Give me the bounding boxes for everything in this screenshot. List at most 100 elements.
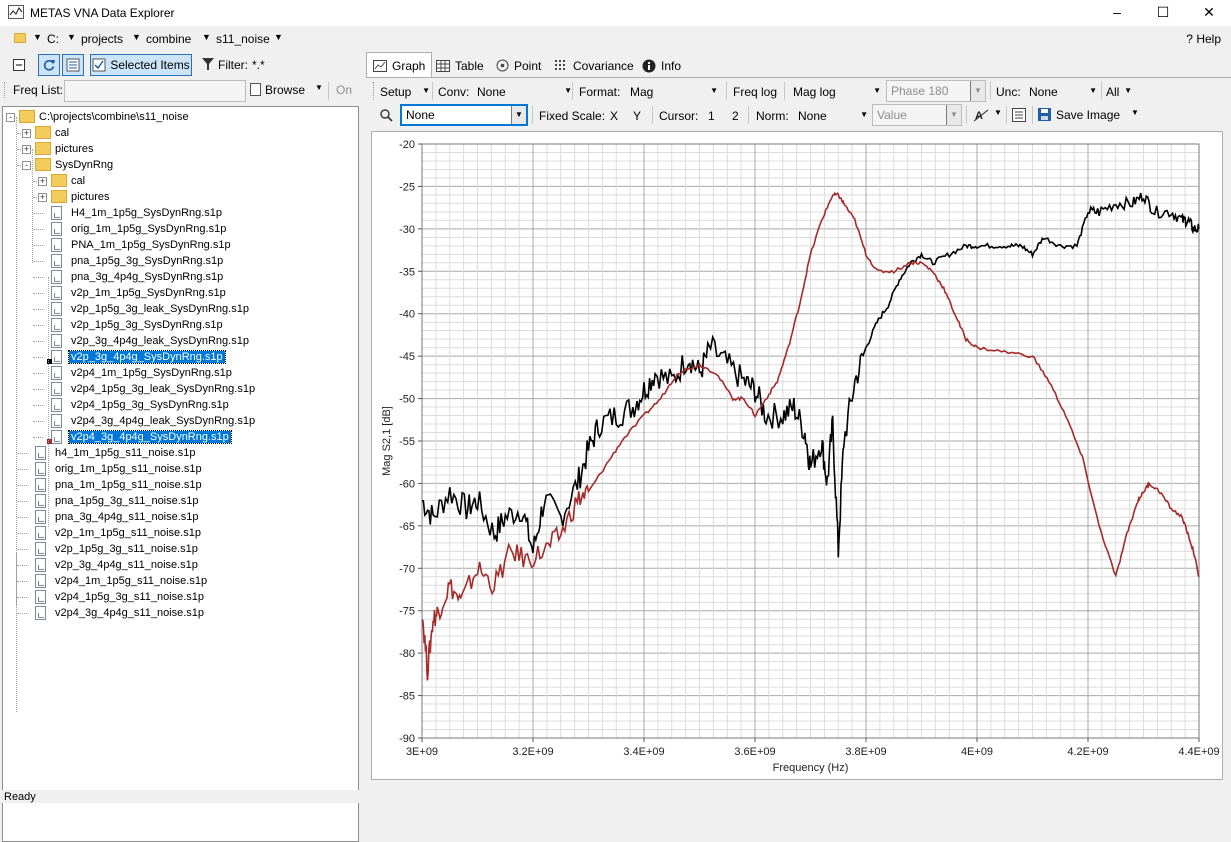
collapse-all-button[interactable]: [8, 54, 30, 76]
tree-file[interactable]: v2p_3g_4p4g_SysDynRng.s1p: [68, 349, 226, 365]
y-tick-label: -50: [399, 394, 415, 406]
breadcrumb-s11-noise[interactable]: s11_noise: [216, 32, 270, 46]
cursor-label: Cursor:: [659, 109, 699, 123]
norm-value-input[interactable]: Value ▼: [872, 104, 962, 126]
tree-file[interactable]: v2p_1p5g_3g_s11_noise.s1p: [53, 541, 200, 557]
search-icon[interactable]: [380, 109, 393, 122]
tab-point[interactable]: Point: [490, 54, 547, 77]
style-button[interactable]: A ▼: [974, 108, 1002, 122]
tree-folder[interactable]: pictures: [69, 189, 112, 205]
tree-file[interactable]: v2p_1p5g_3g_SysDynRng.s1p: [69, 317, 225, 333]
help-menu[interactable]: ? Help: [1186, 32, 1221, 46]
collapse-icon[interactable]: -: [22, 161, 31, 170]
tree-file[interactable]: orig_1m_1p5g_SysDynRng.s1p: [69, 221, 228, 237]
refresh-button[interactable]: [38, 54, 60, 76]
unc-dropdown[interactable]: None ▼: [1029, 85, 1097, 99]
tree-file[interactable]: pna_1m_1p5g_s11_noise.s1p: [53, 477, 204, 493]
tree-item-label: v2p4_1m_1p5g_SysDynRng.s1p: [71, 367, 232, 379]
filter-value[interactable]: *.*: [252, 58, 265, 72]
chevron-down-icon[interactable]: ▼: [33, 32, 42, 42]
breadcrumb-combine[interactable]: combine: [146, 32, 191, 46]
tree-file[interactable]: v2p_1m_1p5g_s11_noise.s1p: [53, 525, 203, 541]
legend-icon[interactable]: [1012, 108, 1026, 122]
expand-icon[interactable]: +: [22, 129, 31, 138]
close-button[interactable]: ✕: [1186, 0, 1231, 26]
freq-list-on-toggle[interactable]: On: [336, 83, 352, 97]
file-tree[interactable]: - C:\projects\combine\s11_noise + cal + pictu…: [2, 106, 359, 842]
chevron-down-icon[interactable]: ▼: [132, 32, 141, 42]
tree-file[interactable]: v2p4_1p5g_3g_SysDynRng.s1p: [69, 397, 231, 413]
collapse-icon[interactable]: -: [6, 113, 15, 122]
tree-file[interactable]: orig_1m_1p5g_s11_noise.s1p: [53, 461, 204, 477]
fixed-scale-x-toggle[interactable]: X: [610, 109, 618, 123]
tree-folder[interactable]: pictures: [53, 141, 96, 157]
freq-list-bar: Freq List: Browse ▼ On: [0, 78, 362, 104]
cursor-1-toggle[interactable]: 1: [708, 109, 715, 123]
tree-folder[interactable]: cal: [53, 125, 71, 141]
mag-log-dropdown[interactable]: Mag log ▼: [793, 85, 881, 99]
folder-icon: [35, 158, 51, 171]
chevron-down-icon[interactable]: ▼: [67, 32, 76, 42]
browse-button[interactable]: Browse ▼: [250, 83, 323, 97]
tree-file[interactable]: v2p4_3g_4p4g_leak_SysDynRng.s1p: [69, 413, 257, 429]
breadcrumb-projects[interactable]: projects: [81, 32, 123, 46]
tree-file[interactable]: v2p_1p5g_3g_leak_SysDynRng.s1p: [69, 301, 251, 317]
phase-dropdown[interactable]: Phase 180 ▼: [886, 80, 986, 102]
freq-list-input[interactable]: [64, 80, 246, 102]
tree-file[interactable]: PNA_1m_1p5g_SysDynRng.s1p: [69, 237, 233, 253]
fixed-scale-y-toggle[interactable]: Y: [633, 109, 641, 123]
y-tick-label: -45: [399, 351, 415, 363]
tab-table[interactable]: Table: [430, 54, 490, 77]
chevron-down-icon: ▼: [970, 81, 985, 101]
setup-dropdown[interactable]: Setup ▼: [380, 85, 430, 99]
s1p-file-icon: [35, 590, 46, 604]
tree-file[interactable]: h4_1m_1p5g_s11_noise.s1p: [53, 445, 197, 461]
s1p-file-icon: [51, 414, 62, 428]
maximize-button[interactable]: ☐: [1140, 0, 1186, 26]
conv-dropdown[interactable]: None ▼: [477, 85, 572, 99]
s1p-file-icon: [51, 430, 62, 444]
tab-info[interactable]: Info: [636, 54, 687, 77]
tree-file[interactable]: H4_1m_1p5g_SysDynRng.s1p: [69, 205, 224, 221]
tree-file[interactable]: v2p4_1m_1p5g_SysDynRng.s1p: [69, 365, 234, 381]
tree-file[interactable]: v2p4_1m_1p5g_s11_noise.s1p: [53, 573, 209, 589]
expand-icon[interactable]: +: [38, 193, 47, 202]
graph-panel[interactable]: -20 -25 -30 -35 -40 -45 -50 -55 -60 -65 -70 -75 -80 -…: [371, 131, 1223, 780]
tree-folder[interactable]: cal: [69, 173, 87, 189]
tree-file[interactable]: v2p_3g_4p4g_leak_SysDynRng.s1p: [69, 333, 251, 349]
tree-file[interactable]: v2p4_3g_4p4g_s11_noise.s1p: [53, 605, 206, 621]
mag-s21-chart[interactable]: -20 -25 -30 -35 -40 -45 -50 -55 -60 -65 -70 -75 -80 -…: [372, 132, 1224, 781]
filter[interactable]: Filter: *.*: [202, 58, 265, 72]
chevron-down-icon[interactable]: ▼: [274, 32, 283, 42]
minimize-button[interactable]: –: [1094, 0, 1140, 26]
select-items-button[interactable]: [62, 54, 84, 76]
expand-icon[interactable]: +: [38, 177, 47, 186]
tree-file[interactable]: pna_1p5g_3g_SysDynRng.s1p: [69, 253, 225, 269]
tree-file[interactable]: v2p4_3g_4p4g_SysDynRng.s1p: [68, 429, 232, 445]
tree-file[interactable]: v2p4_1p5g_3g_leak_SysDynRng.s1p: [69, 381, 257, 397]
expand-icon[interactable]: +: [22, 145, 31, 154]
tree-file[interactable]: v2p_1m_1p5g_SysDynRng.s1p: [69, 285, 228, 301]
refresh-icon: [43, 60, 55, 71]
filter-icon: [202, 58, 214, 70]
graph-options-row1: Setup ▼ Conv: None ▼ Format: Mag ▼ Freq log…: [366, 77, 1231, 102]
all-dropdown[interactable]: All ▼: [1106, 85, 1132, 99]
trace-search-combo[interactable]: None ▼: [400, 104, 528, 126]
save-image-button[interactable]: Save Image ▼: [1038, 108, 1139, 122]
tree-file[interactable]: v2p_3g_4p4g_s11_noise.s1p: [53, 557, 200, 573]
tree-file[interactable]: pna_3g_4p4g_SysDynRng.s1p: [69, 269, 225, 285]
freq-log-toggle[interactable]: Freq log: [733, 85, 777, 99]
tab-covariance[interactable]: Covariance: [548, 54, 640, 77]
tree-file[interactable]: pna_3g_4p4g_s11_noise.s1p: [53, 509, 201, 525]
breadcrumb-drive[interactable]: C:: [47, 32, 59, 46]
tree-file[interactable]: v2p4_1p5g_3g_s11_noise.s1p: [53, 589, 206, 605]
chevron-down-icon[interactable]: ▼: [202, 32, 211, 42]
selected-items-toggle[interactable]: Selected Items: [90, 54, 192, 76]
tree-folder[interactable]: SysDynRng: [53, 157, 115, 173]
cursor-2-toggle[interactable]: 2: [732, 109, 739, 123]
tree-file[interactable]: pna_1p5g_3g_s11_noise.s1p: [53, 493, 201, 509]
tab-graph[interactable]: Graph: [366, 52, 433, 78]
norm-dropdown[interactable]: None ▼: [798, 109, 868, 123]
format-dropdown[interactable]: Mag ▼: [630, 85, 718, 99]
tree-folder[interactable]: C:\projects\combine\s11_noise: [37, 109, 191, 125]
